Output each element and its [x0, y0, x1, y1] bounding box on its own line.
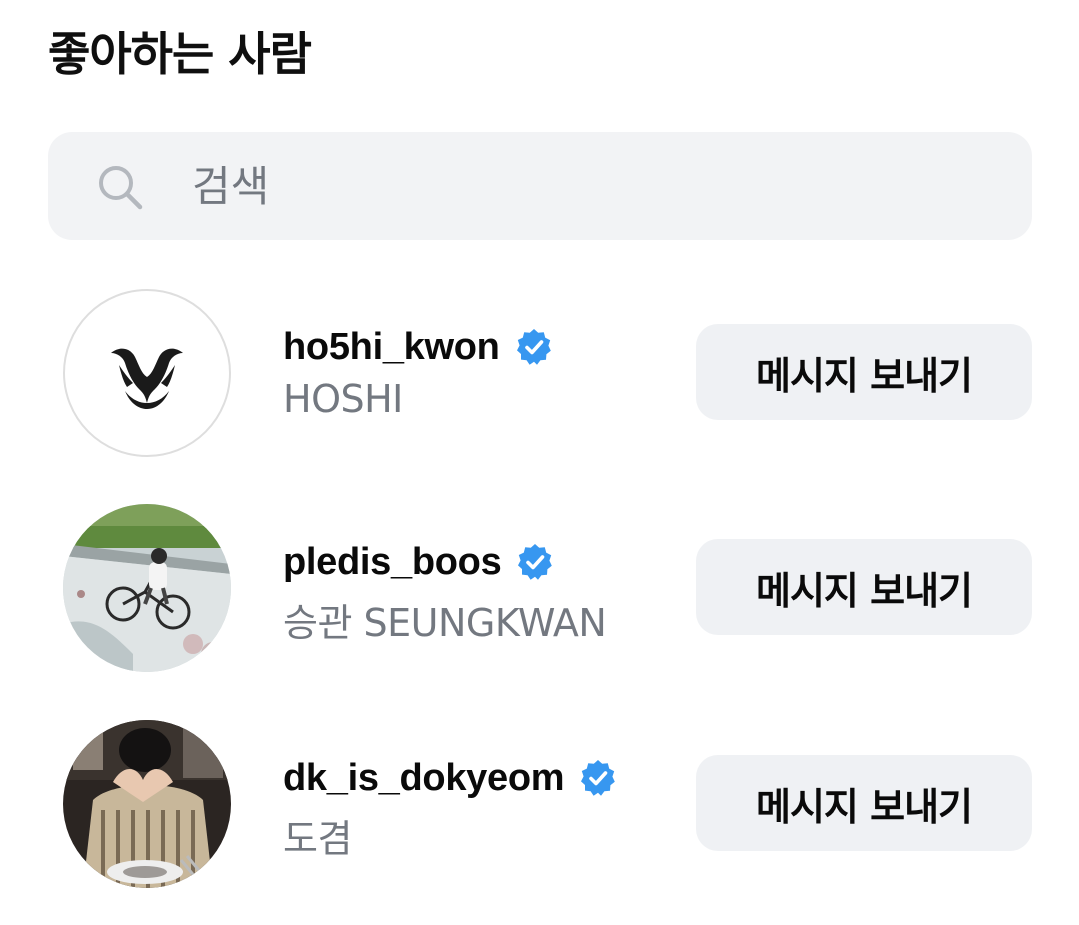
list-item[interactable]: pledis_boos 승관 SEUNGKWAN 메시지 보내기 — [0, 504, 1079, 674]
verified-badge-icon — [518, 544, 553, 580]
logo-icon — [111, 348, 183, 409]
avatar-photo — [63, 720, 231, 888]
verified-badge-icon — [516, 329, 551, 365]
avatar[interactable] — [63, 504, 231, 672]
username[interactable]: ho5hi_kwon — [283, 326, 500, 369]
list-item[interactable]: ho5hi_kwon HOSHI 메시지 보내기 — [0, 289, 1079, 459]
search-icon — [99, 166, 143, 210]
send-message-button[interactable]: 메시지 보내기 — [696, 324, 1032, 420]
full-name: 승관 SEUNGKWAN — [283, 601, 607, 645]
avatar[interactable] — [63, 289, 231, 457]
page-title: 좋아하는 사람 — [48, 27, 312, 81]
username[interactable]: pledis_boos — [283, 541, 502, 584]
full-name: 도겸 — [283, 817, 352, 861]
list-item[interactable]: dk_is_dokyeom 도겸 메시지 보내기 — [0, 720, 1079, 890]
send-message-button[interactable]: 메시지 보내기 — [696, 755, 1032, 851]
verified-badge-icon — [581, 760, 616, 796]
username[interactable]: dk_is_dokyeom — [283, 757, 565, 800]
avatar-photo — [63, 504, 231, 672]
search-input[interactable] — [192, 150, 972, 222]
full-name: HOSHI — [283, 377, 403, 421]
send-message-button[interactable]: 메시지 보내기 — [696, 539, 1032, 635]
avatar[interactable] — [63, 720, 231, 888]
